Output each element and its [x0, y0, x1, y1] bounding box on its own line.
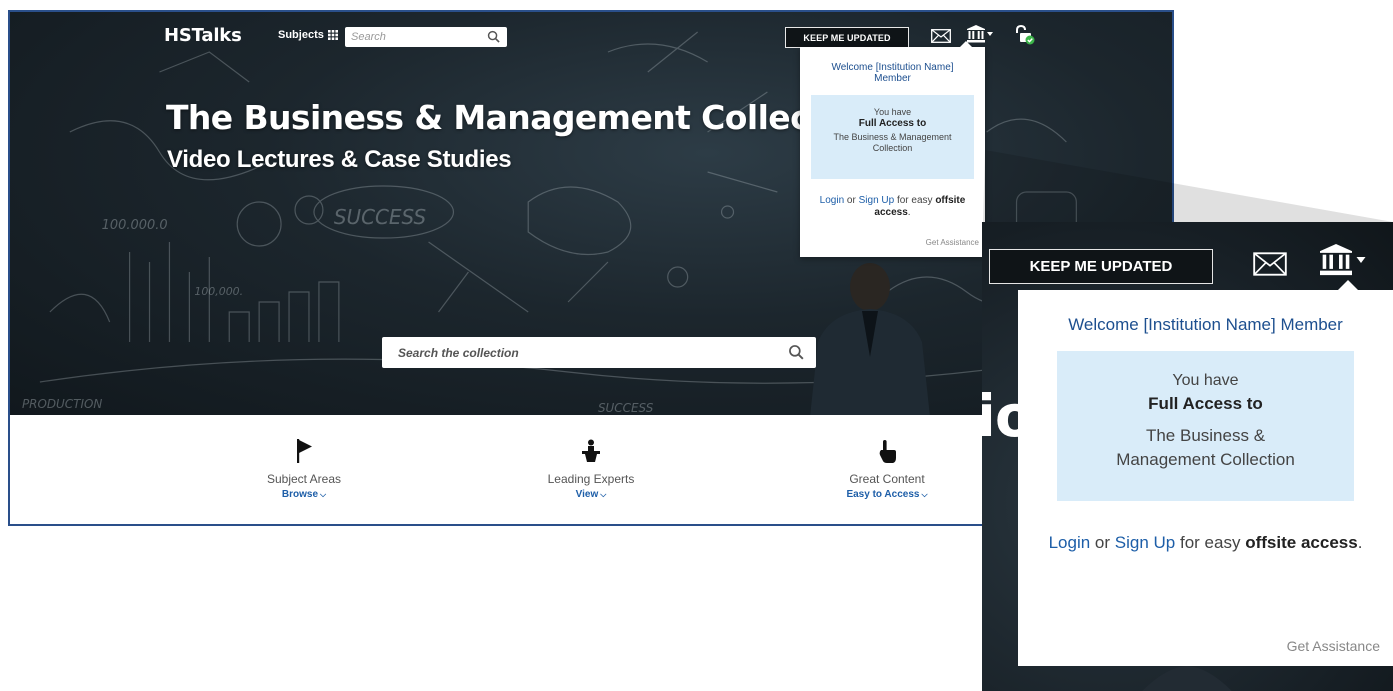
login-prompt: Login or Sign Up for easy offsite access…: [1018, 531, 1393, 555]
keep-me-updated-button-zoomed[interactable]: KEEP ME UPDATED: [989, 249, 1213, 284]
institution-menu-button-zoomed[interactable]: [1320, 244, 1366, 276]
sign-up-link[interactable]: Sign Up: [1115, 533, 1175, 552]
access-info-box: You have Full Access to The Business & M…: [1057, 351, 1354, 501]
caret-down-icon: [1356, 257, 1366, 263]
access-text: access: [1300, 533, 1358, 552]
envelope-icon[interactable]: [1253, 252, 1287, 276]
for-easy-text: for easy: [1180, 533, 1241, 552]
offsite-text: offsite: [1245, 533, 1297, 552]
institution-dropdown-zoomed: Welcome [Institution Name] Member You ha…: [1018, 280, 1393, 666]
businessman-photo-fragment: [1142, 666, 1232, 691]
collection-name: The Business & Management Collection: [1116, 426, 1295, 469]
institution-building-icon: [1320, 244, 1352, 276]
zoomed-dropdown-callout: io KEEP ME UPDATED Welcome [Institution …: [982, 222, 1393, 691]
you-have-text: You have: [1172, 372, 1239, 389]
period-text: .: [1357, 533, 1363, 552]
get-assistance-link[interactable]: Get Assistance: [1287, 638, 1380, 654]
or-text: or: [1094, 533, 1111, 552]
dropdown-caret: [1338, 280, 1358, 290]
full-access-text: Full Access to: [1148, 394, 1263, 413]
welcome-message: Welcome [Institution Name] Member: [1068, 315, 1343, 334]
login-link[interactable]: Login: [1049, 533, 1091, 552]
